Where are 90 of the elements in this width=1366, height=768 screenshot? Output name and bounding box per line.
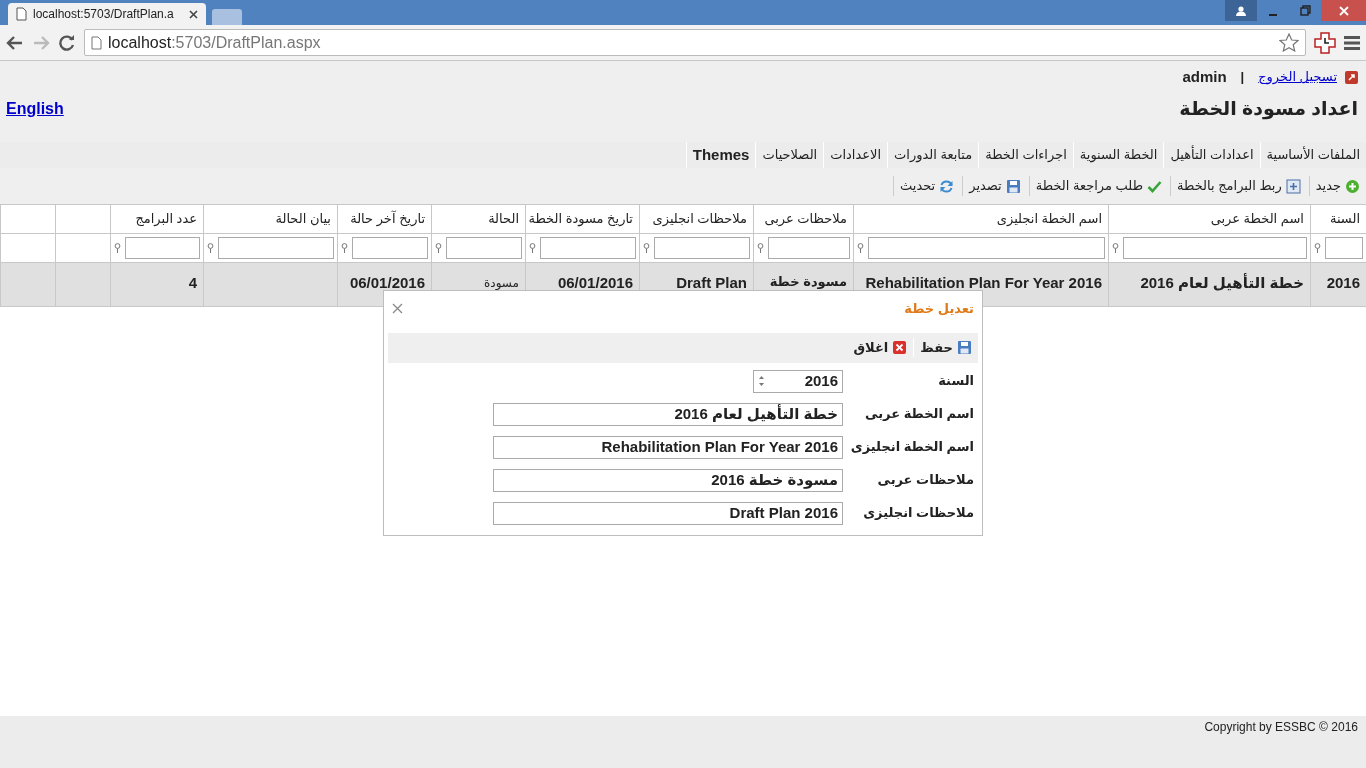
table-cell: Rehabilitation Plan For Year 2016 (865, 274, 1102, 291)
column-header[interactable]: اسم الخطة انجليزى (853, 204, 1109, 234)
filter-icon[interactable] (1112, 242, 1119, 254)
back-button[interactable] (6, 34, 24, 51)
table-cell: 4 (188, 274, 197, 291)
field-label: اسم الخطة انجليزى (853, 438, 975, 457)
filter-icon[interactable] (857, 242, 864, 254)
close-icon (1338, 5, 1349, 16)
table-cell: مسودة خطة (769, 274, 847, 289)
filter-field[interactable] (768, 237, 850, 259)
logout-icon (1345, 70, 1358, 84)
reload-button[interactable] (58, 33, 76, 52)
column-header[interactable]: اسم الخطة عربى (1108, 204, 1311, 234)
toolbar-button[interactable]: حفظ (913, 337, 972, 358)
column-header[interactable]: عدد البرامج (110, 204, 204, 234)
column-header[interactable]: تاريخ مسودة الخطة (525, 204, 640, 234)
table-cell: خطة التأهيل لعام 2016 (1140, 274, 1304, 291)
filter-field[interactable] (1325, 237, 1363, 259)
filter-icon[interactable] (207, 242, 214, 254)
input-field[interactable]: مسودة خطة 2016 (493, 468, 843, 492)
page-title: اعداد مسودة الخطة (1179, 96, 1358, 122)
spin-field[interactable]: 2016 (753, 369, 843, 393)
language-link[interactable]: English (6, 97, 64, 121)
user-button[interactable] (1225, 0, 1257, 21)
page-icon (16, 7, 27, 21)
filter-field[interactable] (868, 237, 1105, 259)
table-cell: 06/01/2016 (557, 274, 633, 291)
input-field[interactable]: Draft Plan 2016 (493, 501, 843, 525)
column-header[interactable]: تاريخ آخر حالة (337, 204, 432, 234)
column-header[interactable]: ملاحظات انجليزى (639, 204, 754, 234)
field-label: السنة (937, 372, 975, 391)
extension-icon[interactable] (1314, 31, 1336, 54)
separator: | (1240, 68, 1245, 87)
user-name: admin (1182, 66, 1227, 87)
toolbar-button[interactable]: طلب مراجعة الخطة (1028, 176, 1164, 196)
dialog-title: تعديل خطة (904, 300, 974, 318)
page-icon (91, 35, 102, 50)
column-header[interactable]: السنة (1310, 204, 1366, 234)
filter-field[interactable] (654, 237, 750, 259)
column-header[interactable]: الحالة (431, 204, 526, 234)
field-label: ملاحظات عربى (876, 471, 975, 490)
filter-field[interactable] (540, 237, 636, 259)
save-icon (957, 340, 972, 355)
filter-icon[interactable] (643, 242, 650, 254)
filter-field[interactable] (352, 237, 428, 259)
filter-field[interactable] (125, 237, 200, 259)
input-field[interactable]: خطة التأهيل لعام 2016 (493, 402, 843, 426)
column-header[interactable]: ملاحظات عربى (753, 204, 854, 234)
close-button[interactable] (1321, 0, 1366, 21)
refresh-icon (939, 178, 955, 194)
table-cell: 2016 (1326, 274, 1360, 291)
toolbar-button[interactable]: تحديث (893, 176, 957, 196)
copyright-text: Copyright by ESSBC © 2016 (1204, 720, 1358, 734)
url-text: localhost:5703/DraftPlan.aspx (108, 32, 321, 53)
browser-tab[interactable]: localhost:5703/DraftPlan.a (8, 3, 206, 25)
filter-field[interactable] (1123, 237, 1307, 259)
filter-icon[interactable] (341, 242, 348, 254)
filter-icon[interactable] (114, 242, 121, 254)
filter-icon[interactable] (529, 242, 536, 254)
filter-field[interactable] (446, 237, 522, 259)
table-cell: مسودة (484, 276, 519, 290)
minimize-icon (1269, 13, 1277, 16)
filter-icon[interactable] (1314, 242, 1321, 254)
field-label: اسم الخطة عربى (864, 405, 975, 424)
toolbar-button[interactable]: جديد (1308, 176, 1362, 196)
filter-icon[interactable] (757, 242, 764, 254)
user-icon (1235, 4, 1247, 17)
save-icon (1005, 178, 1021, 194)
toolbar-button[interactable]: تصدير (962, 176, 1023, 196)
input-field[interactable]: Rehabilitation Plan For Year 2016 (493, 435, 843, 459)
address-bar[interactable]: localhost:5703/DraftPlan.aspx (84, 29, 1306, 56)
close-icon[interactable] (189, 9, 198, 19)
check-icon (1147, 178, 1162, 194)
tab-title: localhost:5703/DraftPlan.a (33, 6, 174, 23)
column-header[interactable]: بيان الحالة (203, 204, 338, 234)
plus-square-icon (1285, 178, 1301, 194)
star-icon[interactable] (1279, 33, 1299, 52)
filter-icon[interactable] (435, 242, 442, 254)
table-cell: Draft Plan (676, 274, 747, 291)
plus-icon (1345, 178, 1360, 194)
toolbar-button[interactable]: ربط البرامج بالخطة (1170, 176, 1303, 196)
menu-icon[interactable] (1344, 35, 1360, 50)
table-cell: 06/01/2016 (349, 274, 425, 291)
spinner-icon[interactable] (758, 374, 765, 388)
restore-icon (1299, 5, 1311, 16)
toolbar-button[interactable]: اغلاق (847, 337, 908, 358)
filter-field[interactable] (218, 237, 334, 259)
field-label: ملاحظات انجليزى (862, 504, 975, 523)
close-icon (892, 340, 908, 355)
logout-link[interactable]: تسجيل الخروج (1258, 67, 1337, 87)
